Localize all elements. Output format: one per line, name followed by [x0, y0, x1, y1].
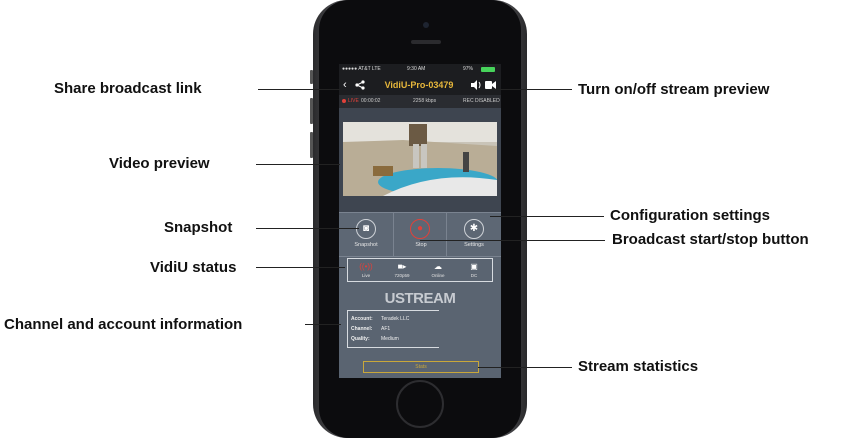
device-name: VidiU-Pro-03479 — [384, 80, 454, 90]
bitrate: 2258 kbps — [413, 98, 437, 104]
snapshot-button[interactable]: ◙ Snapshot — [339, 213, 393, 256]
settings-button[interactable]: ✱ Settings — [447, 213, 501, 256]
account-value: Teradek LLC — [381, 316, 410, 322]
broadcast-icon: ((•)) — [359, 262, 373, 271]
settings-label: Settings — [464, 242, 484, 248]
account-row: Account: Teradek LLC — [351, 315, 409, 323]
phone-face: ●●●●● AT&T LTE 9:30 AM 97% ‹ VidiU-Pro-0… — [319, 0, 521, 438]
vidiu-status-row: ((•)) Live ■▸ 720p59 ☁ Online ▣ DC — [347, 258, 493, 282]
volume-up-button — [310, 98, 313, 124]
channel-row: Channel: AF1 — [351, 325, 390, 333]
video-preview[interactable] — [339, 108, 501, 212]
battery-icon — [481, 67, 495, 72]
leader-broadcast — [420, 240, 605, 241]
battery-percent: 97% — [463, 66, 474, 72]
quality-value: Medium — [381, 336, 399, 342]
status-resolution-label: 720p59 — [394, 273, 410, 278]
stop-button[interactable]: ● Stop — [393, 213, 447, 256]
leader-vidiu-status — [256, 267, 345, 268]
cloud-icon: ☁ — [434, 262, 442, 271]
stats-button[interactable]: Stats — [363, 361, 479, 373]
leader-config — [490, 216, 604, 217]
preview-camera-icon[interactable] — [485, 81, 496, 89]
app-title-bar: ‹ VidiU-Pro-03479 — [339, 75, 501, 95]
status-online-label: Online — [431, 273, 445, 278]
clock: 9:30 AM — [407, 66, 426, 72]
app-screen: ●●●●● AT&T LTE 9:30 AM 97% ‹ VidiU-Pro-0… — [339, 64, 501, 378]
callout-video: Video preview — [109, 155, 210, 172]
video-camera-icon: ■▸ — [397, 262, 407, 271]
leader-turn-preview — [490, 89, 572, 90]
camera-icon: ◙ — [356, 219, 376, 239]
home-button[interactable] — [396, 380, 444, 428]
status-power-label: DC — [470, 273, 478, 278]
callout-channel-info: Channel and account information — [4, 316, 243, 333]
broadcast-info-bar: LIVE 00:00:02 2258 kbps REC DISABLED — [339, 95, 501, 108]
phone-device: ●●●●● AT&T LTE 9:30 AM 97% ‹ VidiU-Pro-0… — [310, 0, 527, 438]
channel-label: Channel: — [351, 326, 373, 332]
rec-status: REC DISABLED — [463, 98, 500, 104]
snapshot-label: Snapshot — [354, 242, 378, 248]
quality-label: Quality: — [351, 336, 370, 342]
account-label: Account: — [351, 316, 373, 322]
video-frame — [343, 122, 497, 196]
callout-snapshot: Snapshot — [164, 219, 233, 236]
share-icon[interactable] — [355, 80, 365, 90]
status-live-label: Live — [361, 273, 371, 278]
carrier-label: ●●●●● AT&T LTE — [342, 66, 381, 72]
record-icon: ● — [410, 219, 430, 239]
platform-logo: USTREAM — [384, 290, 456, 307]
callout-share: Share broadcast link — [54, 80, 202, 97]
leader-video — [256, 164, 340, 165]
callout-config: Configuration settings — [610, 207, 770, 224]
live-label: LIVE — [348, 98, 359, 104]
quality-row: Quality: Medium — [351, 335, 399, 343]
callout-stream-stats: Stream statistics — [578, 358, 699, 375]
account-info-box: Account: Teradek LLC Channel: AF1 Quality:… — [347, 310, 439, 348]
callout-broadcast: Broadcast start/stop button — [612, 231, 809, 248]
ios-status-bar: ●●●●● AT&T LTE 9:30 AM 97% — [339, 64, 501, 75]
control-bar: ◙ Snapshot ● Stop ✱ Settings — [339, 212, 501, 257]
volume-down-button — [310, 132, 313, 158]
callout-vidiu-status: VidiU status — [150, 259, 237, 276]
speaker-icon[interactable] — [471, 80, 482, 90]
leader-stream-stats — [478, 367, 572, 368]
leader-share — [258, 89, 340, 90]
gear-icon: ✱ — [464, 219, 484, 239]
leader-snapshot — [256, 228, 359, 229]
stop-label: Stop — [415, 242, 427, 248]
mute-switch — [310, 70, 313, 84]
power-plug-icon: ▣ — [470, 262, 478, 271]
leader-channel-info — [305, 324, 341, 325]
elapsed-time: 00:00:02 — [361, 98, 381, 104]
back-icon[interactable]: ‹ — [343, 75, 347, 95]
live-dot-icon — [342, 99, 346, 103]
front-camera — [423, 22, 429, 28]
callout-turn-preview: Turn on/off stream preview — [578, 81, 770, 98]
earpiece — [411, 40, 441, 44]
channel-value: AF1 — [381, 326, 391, 332]
